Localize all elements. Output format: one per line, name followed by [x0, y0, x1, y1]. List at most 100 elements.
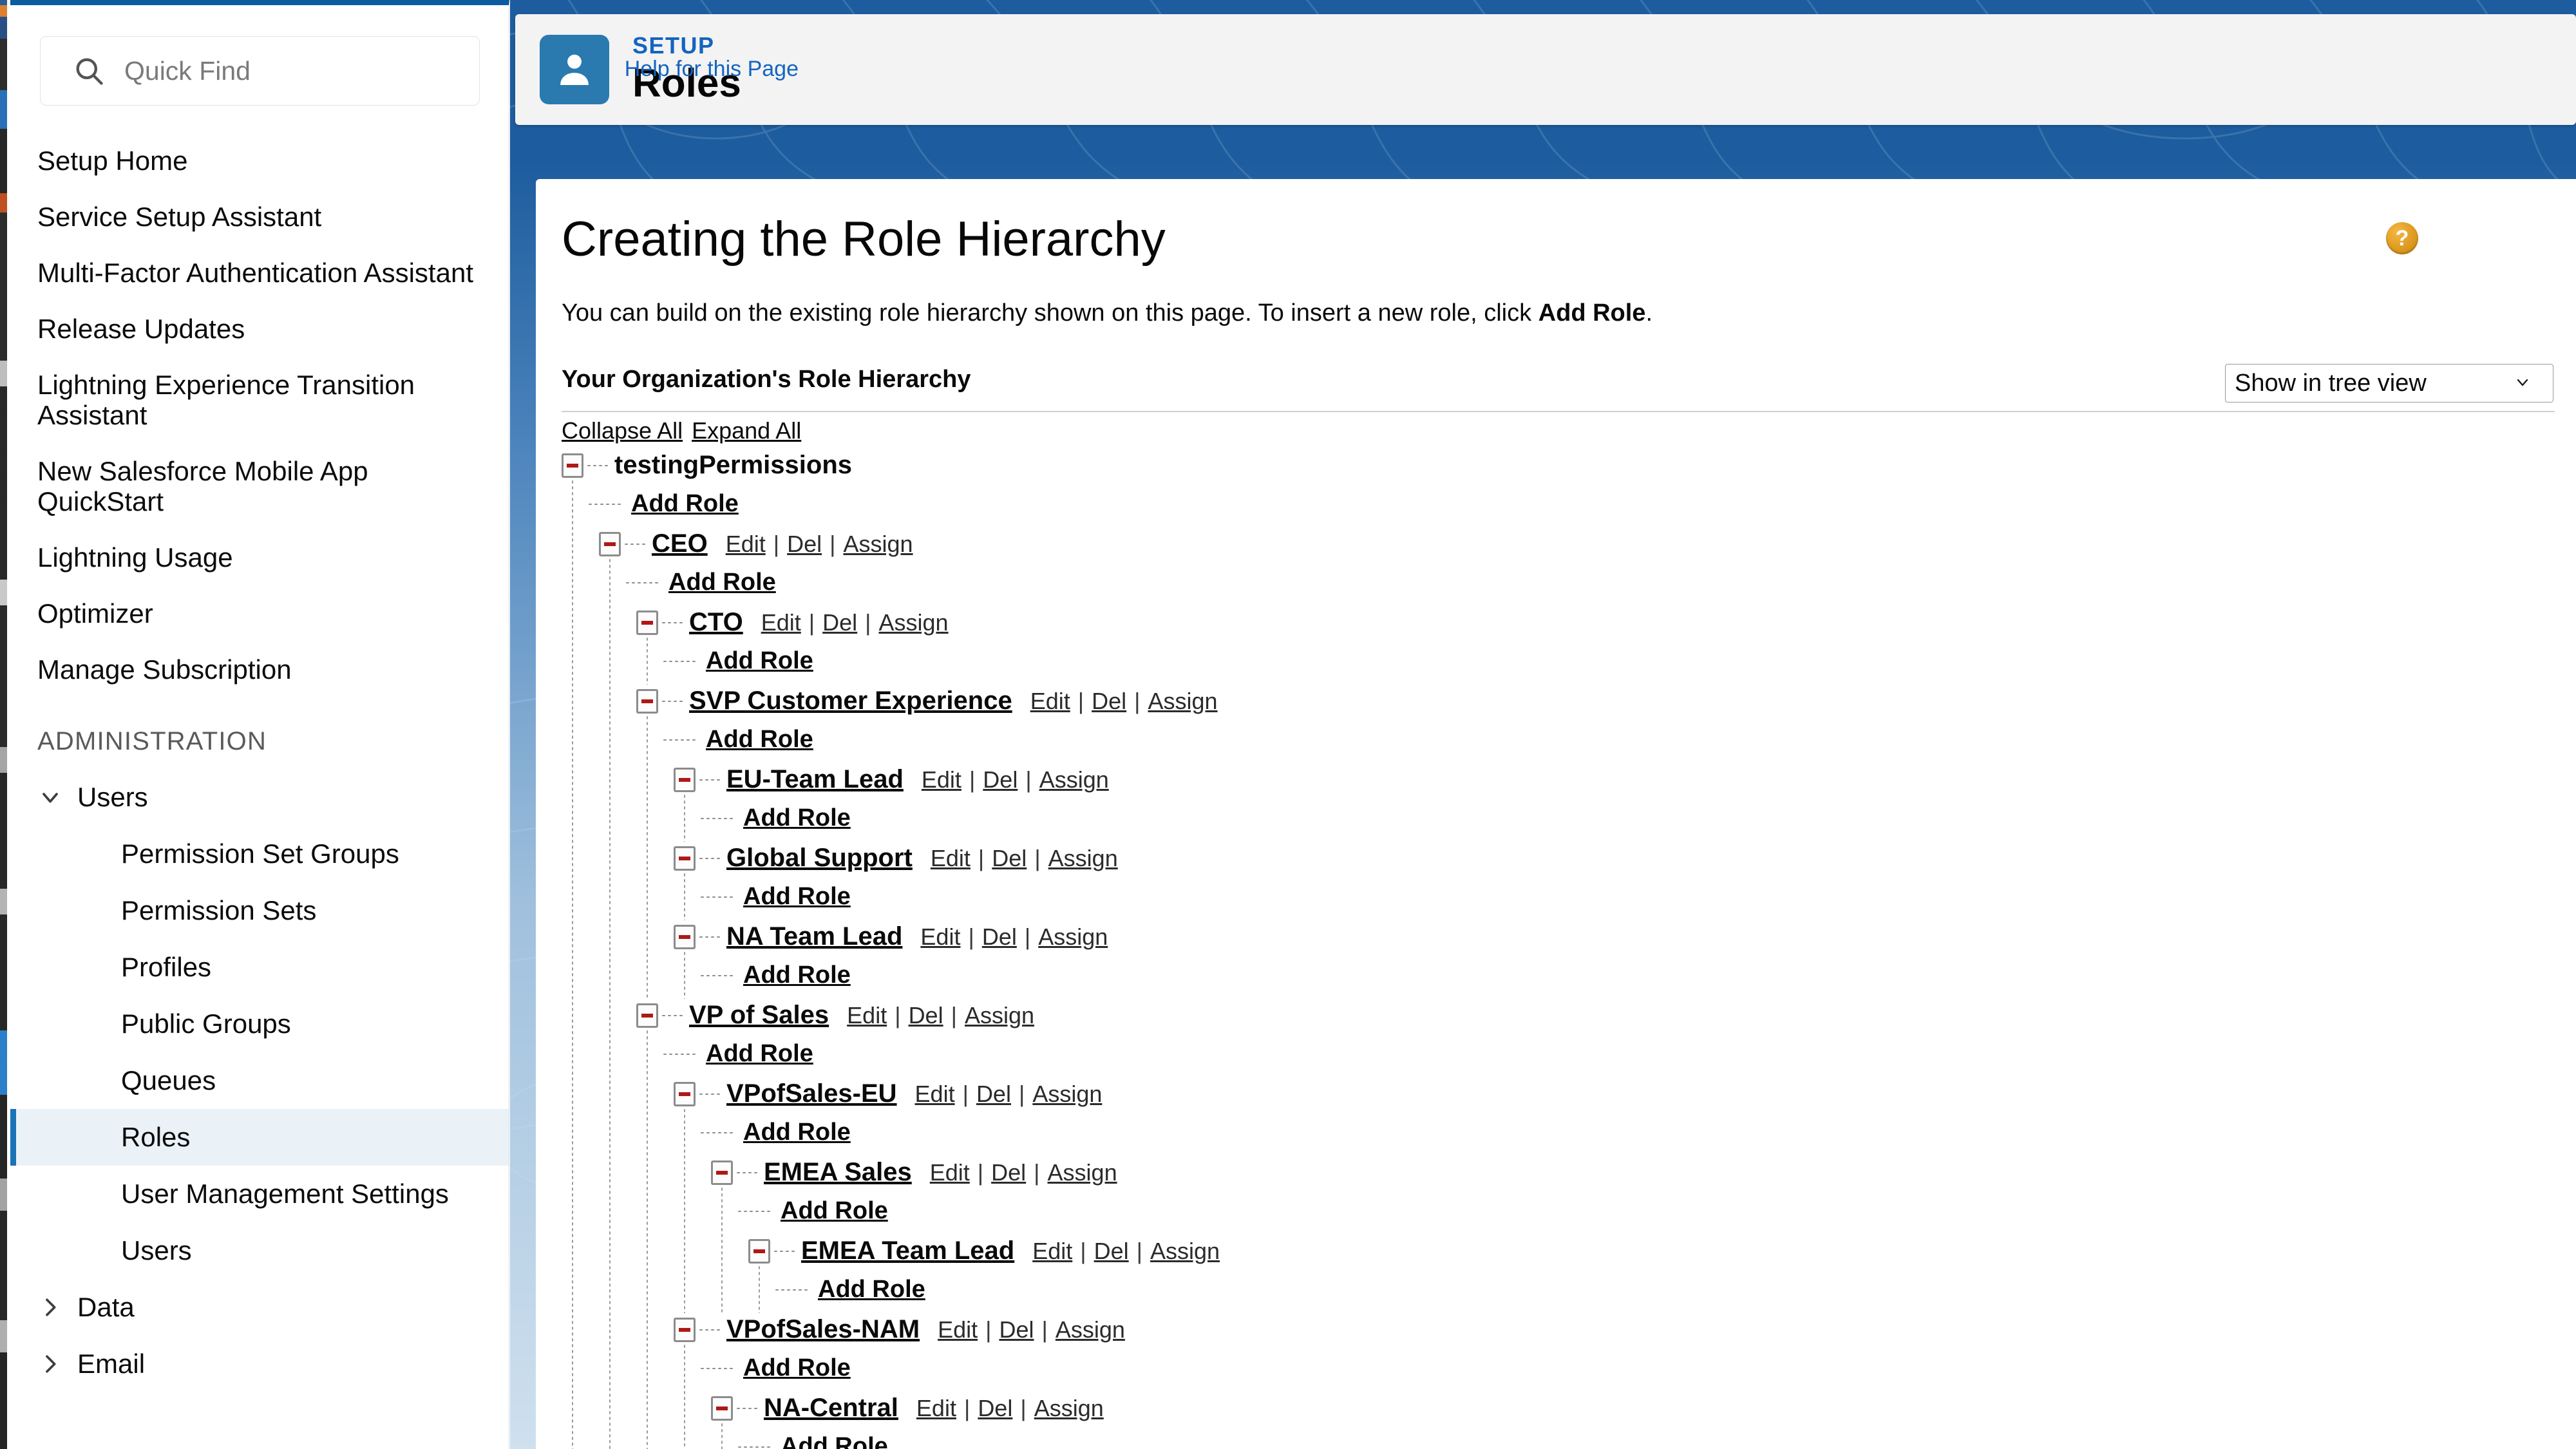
delete-role-link[interactable]: Del: [982, 923, 1017, 950]
tree-collapse-toggle-icon[interactable]: [674, 924, 696, 949]
tree-collapse-toggle-icon[interactable]: [636, 610, 658, 635]
edit-role-link[interactable]: Edit: [761, 609, 801, 636]
assign-role-link[interactable]: Assign: [1034, 1395, 1104, 1421]
tree-collapse-toggle-icon[interactable]: [674, 767, 696, 792]
edit-role-link[interactable]: Edit: [930, 1159, 970, 1186]
tree-node-label[interactable]: Global Support: [726, 844, 913, 873]
delete-role-link[interactable]: Del: [999, 1316, 1034, 1343]
add-role-link[interactable]: Add Role: [818, 1276, 925, 1303]
edit-role-link[interactable]: Edit: [847, 1002, 887, 1028]
tree-collapse-toggle-icon[interactable]: [636, 1003, 658, 1028]
tree-collapse-toggle-icon[interactable]: [562, 453, 583, 478]
help-for-this-page-link[interactable]: Help for this Page: [625, 57, 799, 82]
tree-collapse-toggle-icon[interactable]: [674, 846, 696, 871]
tree-collapse-toggle-icon[interactable]: [711, 1396, 733, 1421]
add-role-link[interactable]: Add Role: [781, 1433, 888, 1449]
tree-node-label[interactable]: VPofSales-EU: [726, 1079, 897, 1108]
collapse-all-link[interactable]: Collapse All: [562, 417, 683, 444]
tree-collapse-toggle-icon[interactable]: [636, 688, 658, 714]
edit-role-link[interactable]: Edit: [1032, 1238, 1072, 1264]
tree-node-label[interactable]: EMEA Sales: [764, 1158, 912, 1187]
add-role-link[interactable]: Add Role: [706, 1040, 813, 1068]
edit-role-link[interactable]: Edit: [916, 1395, 956, 1421]
tree-node-label[interactable]: CEO: [652, 529, 708, 558]
breadcrumb-setup[interactable]: SETUP: [632, 33, 741, 59]
sidebar-item-lex-transition-assistant[interactable]: Lightning Experience Transition Assistan…: [10, 357, 448, 443]
tree-collapse-toggle-icon[interactable]: [711, 1160, 733, 1185]
sidebar-group-email[interactable]: Email: [10, 1336, 509, 1392]
assign-role-link[interactable]: Assign: [879, 609, 949, 636]
tree-collapse-toggle-icon[interactable]: [674, 1081, 696, 1106]
edit-role-link[interactable]: Edit: [920, 923, 960, 950]
sidebar-item-mobile-app-quickstart[interactable]: New Salesforce Mobile App QuickStart: [10, 443, 500, 529]
sidebar-item-roles[interactable]: Roles: [10, 1109, 509, 1166]
assign-role-link[interactable]: Assign: [1056, 1316, 1125, 1343]
tree-node-label[interactable]: VP of Sales: [689, 1001, 829, 1030]
tree-node-label[interactable]: EU-Team Lead: [726, 765, 904, 794]
assign-role-link[interactable]: Assign: [1039, 766, 1109, 793]
sidebar-item-service-setup-assistant[interactable]: Service Setup Assistant: [10, 189, 500, 245]
tree-node-label[interactable]: NA Team Lead: [726, 922, 902, 951]
delete-role-link[interactable]: Del: [991, 1159, 1026, 1186]
sidebar-item-lightning-usage[interactable]: Lightning Usage: [10, 529, 500, 585]
sidebar-group-data[interactable]: Data: [10, 1279, 509, 1336]
help-question-icon[interactable]: ?: [2386, 222, 2418, 254]
tree-node-label[interactable]: NA-Central: [764, 1394, 898, 1423]
tree-collapse-toggle-icon[interactable]: [674, 1317, 696, 1342]
add-role-link[interactable]: Add Role: [706, 726, 813, 753]
assign-role-link[interactable]: Assign: [1150, 1238, 1220, 1264]
assign-role-link[interactable]: Assign: [1032, 1081, 1102, 1107]
add-role-link[interactable]: Add Role: [743, 961, 851, 989]
sidebar-item-users[interactable]: Users: [10, 1222, 509, 1279]
sidebar-item-queues[interactable]: Queues: [10, 1052, 509, 1109]
edit-role-link[interactable]: Edit: [1030, 688, 1070, 714]
delete-role-link[interactable]: Del: [976, 1081, 1011, 1107]
add-role-link[interactable]: Add Role: [781, 1197, 888, 1225]
add-role-link[interactable]: Add Role: [743, 883, 851, 911]
delete-role-link[interactable]: Del: [992, 845, 1027, 871]
add-role-link[interactable]: Add Role: [743, 1119, 851, 1146]
assign-role-link[interactable]: Assign: [1148, 688, 1218, 714]
assign-role-link[interactable]: Assign: [1048, 1159, 1117, 1186]
sidebar-item-mfa-assistant[interactable]: Multi-Factor Authentication Assistant: [10, 245, 500, 301]
add-role-link[interactable]: Add Role: [668, 569, 776, 596]
edit-role-link[interactable]: Edit: [726, 531, 766, 557]
sidebar-item-optimizer[interactable]: Optimizer: [10, 585, 500, 641]
delete-role-link[interactable]: Del: [1092, 688, 1126, 714]
sidebar-item-profiles[interactable]: Profiles: [10, 939, 509, 996]
sidebar-item-manage-subscription[interactable]: Manage Subscription: [10, 641, 500, 697]
assign-role-link[interactable]: Assign: [1038, 923, 1108, 950]
tree-collapse-toggle-icon[interactable]: [599, 531, 621, 556]
assign-role-link[interactable]: Assign: [965, 1002, 1034, 1028]
sidebar-item-release-updates[interactable]: Release Updates: [10, 301, 500, 357]
tree-node-label[interactable]: SVP Customer Experience: [689, 687, 1012, 715]
delete-role-link[interactable]: Del: [983, 766, 1018, 793]
delete-role-link[interactable]: Del: [909, 1002, 943, 1028]
add-role-link[interactable]: Add Role: [743, 1354, 851, 1382]
edit-role-link[interactable]: Edit: [922, 766, 961, 793]
sidebar-item-permission-sets[interactable]: Permission Sets: [10, 882, 509, 939]
view-mode-select[interactable]: Show in tree view Show in list view Show…: [2225, 364, 2553, 402]
sidebar-group-users[interactable]: Users: [10, 769, 509, 826]
delete-role-link[interactable]: Del: [1094, 1238, 1129, 1264]
assign-role-link[interactable]: Assign: [1048, 845, 1118, 871]
sidebar-item-setup-home[interactable]: Setup Home: [10, 133, 500, 189]
tree-node-label[interactable]: CTO: [689, 608, 743, 637]
tree-node-label[interactable]: EMEA Team Lead: [801, 1236, 1014, 1265]
edit-role-link[interactable]: Edit: [915, 1081, 955, 1107]
delete-role-link[interactable]: Del: [978, 1395, 1012, 1421]
assign-role-link[interactable]: Assign: [843, 531, 913, 557]
sidebar-item-user-management-settings[interactable]: User Management Settings: [10, 1166, 509, 1222]
add-role-link[interactable]: Add Role: [631, 490, 739, 518]
sidebar-item-public-groups[interactable]: Public Groups: [10, 996, 509, 1052]
expand-all-link[interactable]: Expand All: [692, 417, 801, 444]
tree-collapse-toggle-icon[interactable]: [748, 1238, 770, 1264]
edit-role-link[interactable]: Edit: [938, 1316, 978, 1343]
edit-role-link[interactable]: Edit: [931, 845, 971, 871]
delete-role-link[interactable]: Del: [822, 609, 857, 636]
search-input[interactable]: [40, 36, 480, 106]
tree-node-label[interactable]: VPofSales-NAM: [726, 1315, 920, 1344]
sidebar-item-permission-set-groups[interactable]: Permission Set Groups: [10, 826, 509, 882]
add-role-link[interactable]: Add Role: [706, 647, 813, 675]
add-role-link[interactable]: Add Role: [743, 804, 851, 832]
